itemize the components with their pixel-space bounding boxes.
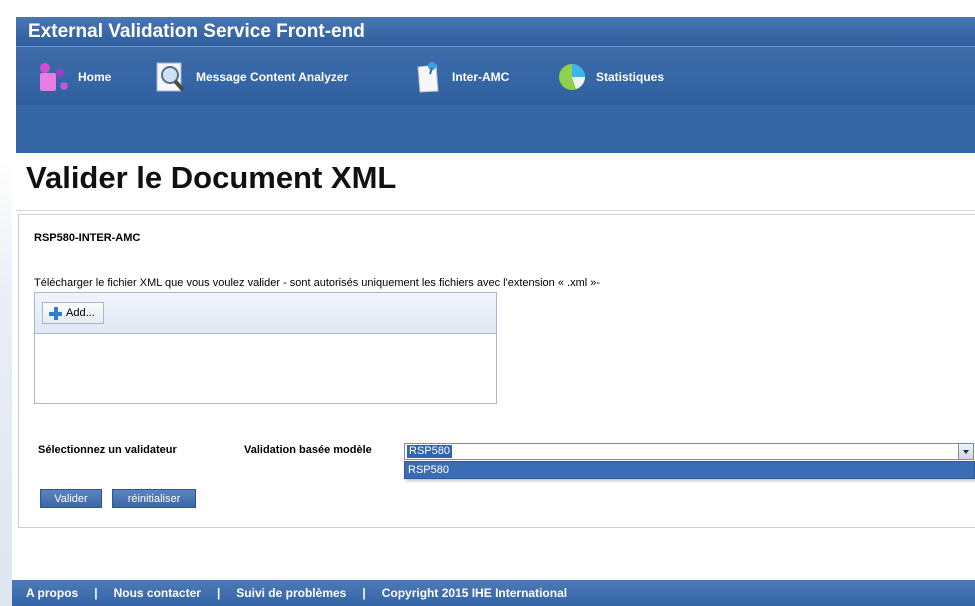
left-rail <box>0 0 12 606</box>
home-icon <box>36 59 72 95</box>
footer: A propos | Nous contacter | Suivi de pro… <box>12 580 975 606</box>
nav-item-label: Statistiques <box>596 70 665 84</box>
footer-copyright: Copyright 2015 IHE International <box>381 586 568 600</box>
footer-link-issues[interactable]: Suivi de problèmes <box>236 586 346 600</box>
nav-item-inter-amc[interactable]: Inter-AMC <box>410 57 509 97</box>
plus-icon <box>49 306 62 320</box>
title-divider <box>16 210 975 211</box>
document-pin-icon <box>410 59 446 95</box>
chevron-down-icon[interactable] <box>958 444 973 459</box>
add-file-button[interactable]: Add... <box>42 302 104 324</box>
footer-separator: | <box>94 586 98 600</box>
nav-item-message-content-analyzer[interactable]: Message Content Analyzer <box>154 57 348 97</box>
pie-chart-icon <box>554 59 590 95</box>
app-header: External Validation Service Front-end <box>16 17 975 47</box>
footer-link-about[interactable]: A propos <box>26 586 78 600</box>
service-name: RSP580-INTER-AMC <box>34 232 141 244</box>
nav-item-label: Inter-AMC <box>452 70 510 84</box>
nav-item-home[interactable]: Home <box>36 57 111 97</box>
dropdown-option-rsp580[interactable]: RSP580 <box>408 464 449 476</box>
main-navbar: Home Message Content Analyzer Inter-AMC <box>16 47 975 105</box>
footer-link-contact[interactable]: Nous contacter <box>114 586 201 600</box>
header-band <box>16 105 975 153</box>
selected-validator: RSP580 <box>407 445 452 458</box>
add-button-label: Add... <box>66 307 95 319</box>
validate-button[interactable]: Valider <box>40 489 102 508</box>
magnifier-document-icon <box>154 59 190 95</box>
validator-select[interactable]: RSP580 <box>404 443 974 460</box>
reset-button[interactable]: réinitialiser <box>112 489 196 508</box>
nav-item-label: Message Content Analyzer <box>196 70 349 84</box>
upload-instructions: Télécharger le fichier XML que vous voul… <box>34 277 601 289</box>
footer-separator: | <box>362 586 366 600</box>
nav-item-statistiques[interactable]: Statistiques <box>554 57 664 97</box>
page-title: Valider le Document XML <box>26 160 397 195</box>
validator-dropdown: RSP580 <box>404 461 975 479</box>
validator-label: Sélectionnez un validateur <box>38 444 177 456</box>
nav-item-label: Home <box>78 70 112 84</box>
model-validation-label: Validation basée modèle <box>244 444 372 456</box>
file-upload-area[interactable]: Add... <box>34 292 497 404</box>
footer-separator: | <box>216 586 221 600</box>
upload-toolbar: Add... <box>35 293 496 334</box>
app-title: External Validation Service Front-end <box>28 21 365 42</box>
